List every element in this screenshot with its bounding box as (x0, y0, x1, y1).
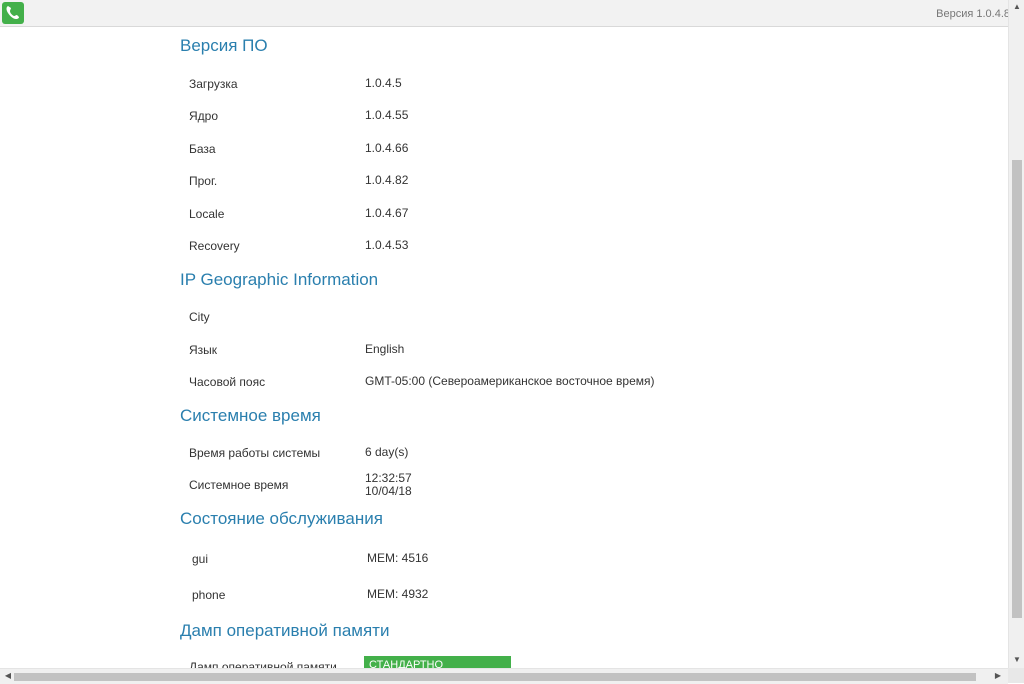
geo-label-city: City (189, 310, 210, 324)
system-uptime-value: 6 day(s) (365, 445, 409, 459)
version-label: Версия 1.0.4.8 (936, 8, 1010, 20)
service-value-gui: MEM: 4516 (367, 551, 429, 565)
firmware-value-boot: 1.0.4.5 (365, 76, 402, 90)
system-uptime-label: Время работы системы (189, 446, 321, 460)
geo-value-language: English (365, 342, 405, 356)
service-label-phone: phone (192, 588, 226, 602)
geo-value-timezone: GMT-05:00 (Североамериканское восточное … (365, 374, 655, 388)
firmware-label-recovery: Recovery (189, 239, 240, 253)
scroll-right-arrow-icon[interactable]: ▶ (990, 671, 1006, 680)
service-value-phone: MEM: 4932 (367, 587, 429, 601)
scrollbar-corner (1008, 668, 1024, 683)
firmware-label-kernel: Ядро (189, 109, 219, 123)
firmware-label-locale: Locale (189, 207, 225, 221)
section-title-service: Состояние обслуживания (180, 509, 383, 528)
firmware-value-base: 1.0.4.66 (365, 141, 409, 155)
firmware-label-prog: Прог. (189, 174, 218, 188)
status-content: Версия ПО Загрузка 1.0.4.5 Ядро 1.0.4.55… (0, 27, 1008, 668)
scroll-up-arrow-icon[interactable]: ▲ (1009, 2, 1024, 11)
top-bar: Версия 1.0.4.8 (0, 0, 1010, 27)
firmware-label-base: База (189, 142, 216, 156)
firmware-label-boot: Загрузка (189, 77, 238, 91)
geo-label-language: Язык (189, 343, 218, 357)
firmware-value-recovery: 1.0.4.53 (365, 238, 409, 252)
scroll-down-arrow-icon[interactable]: ▼ (1009, 655, 1024, 664)
firmware-value-prog: 1.0.4.82 (365, 173, 409, 187)
phone-logo-icon (2, 2, 24, 24)
section-title-memdump: Дамп оперативной памяти (180, 621, 390, 640)
vertical-scrollbar[interactable]: ▲ ▼ (1008, 0, 1024, 668)
memdump-label: Дамп оперативной памяти (189, 660, 337, 668)
system-date-value: 10/04/18 (365, 484, 412, 498)
section-title-geo: IP Geographic Information (180, 270, 379, 289)
firmware-value-kernel: 1.0.4.55 (365, 108, 409, 122)
section-title-system-time: Системное время (180, 406, 321, 425)
horizontal-scrollbar[interactable]: ◀ ▶ (0, 668, 1008, 684)
section-title-firmware: Версия ПО (180, 36, 268, 55)
memdump-mode-button[interactable]: СТАНДАРТНО (364, 656, 511, 668)
horizontal-scroll-thumb[interactable] (14, 673, 976, 681)
service-label-gui: gui (192, 552, 209, 566)
geo-label-timezone: Часовой пояс (189, 375, 266, 389)
firmware-value-locale: 1.0.4.67 (365, 206, 409, 220)
vertical-scroll-thumb[interactable] (1012, 160, 1022, 618)
system-time-label: Системное время (189, 478, 289, 492)
